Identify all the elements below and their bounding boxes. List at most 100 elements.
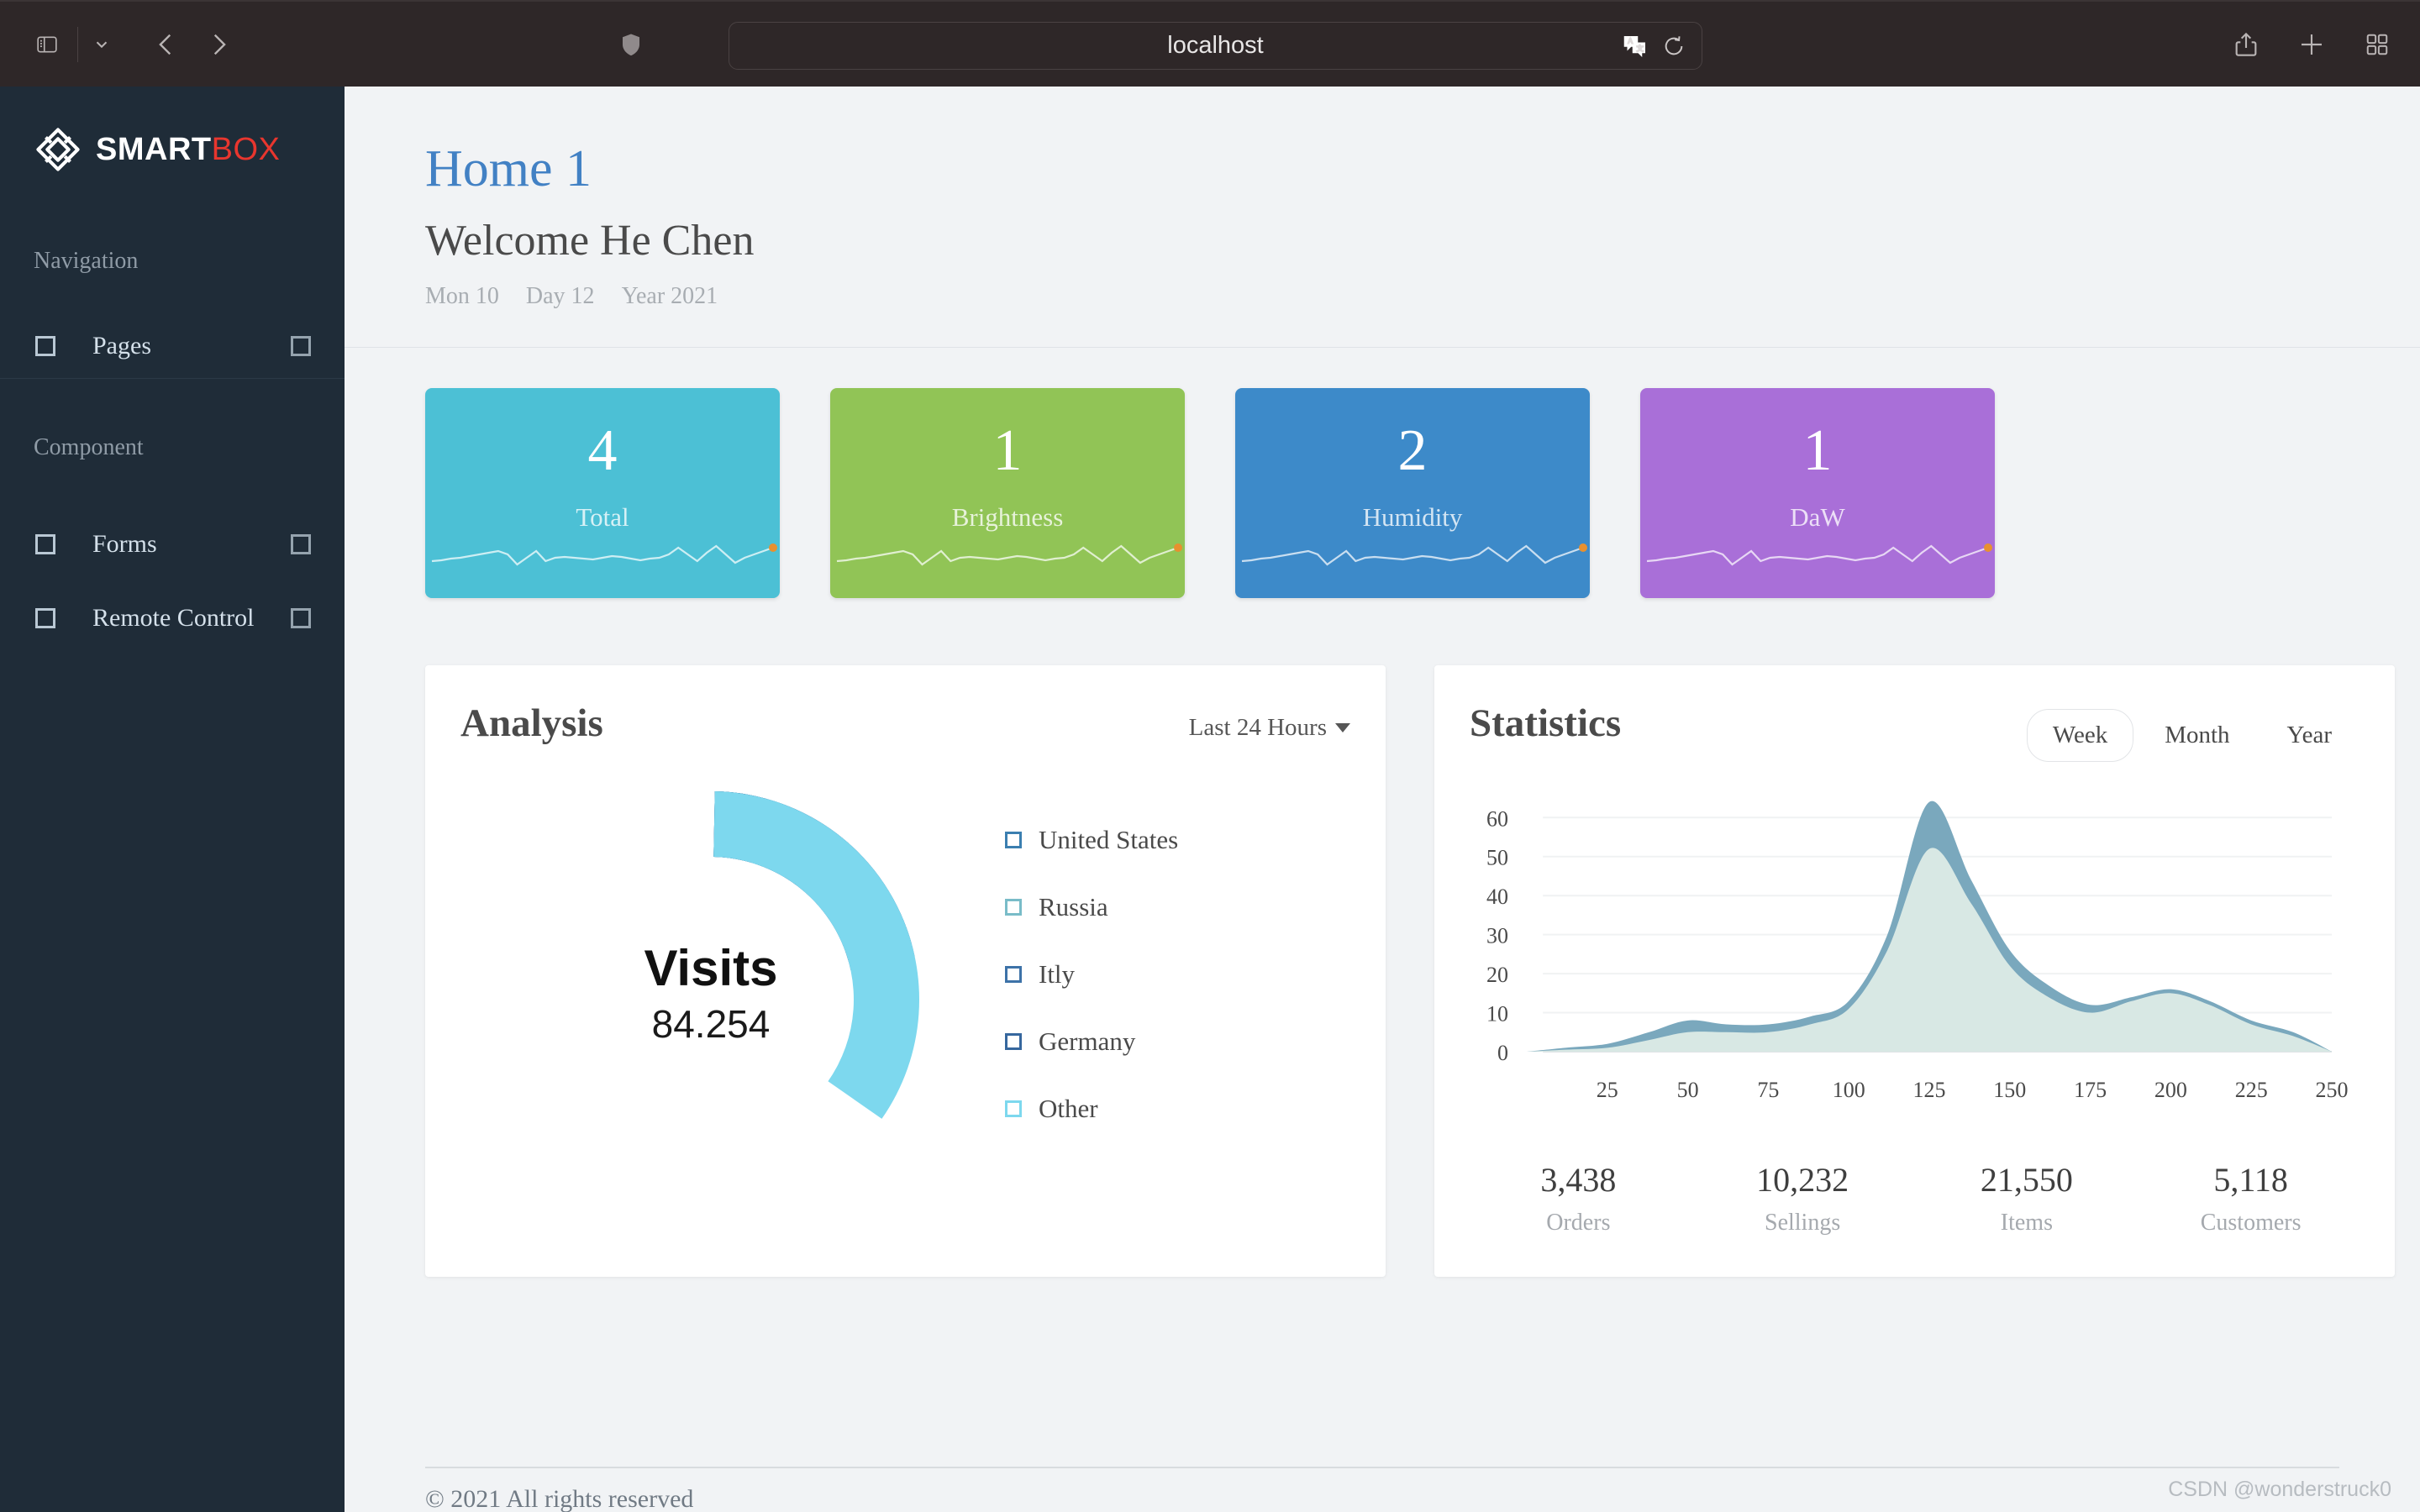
sidebar-item-label: Forms (92, 530, 157, 558)
statistics-range-tab[interactable]: Week (2026, 708, 2134, 762)
legend-swatch-icon (1005, 1100, 1022, 1117)
statistics-summary: 3,438 Orders 10,232 Sellings 21,550 Items 5,11… (1466, 1160, 2363, 1236)
summary-value: 21,550 (1980, 1160, 2073, 1199)
statistics-panel: Statistics Week Month Year 0 10 20 30 40 50 60 25… (1434, 664, 2395, 1277)
y-tick-label: 30 (1486, 923, 1508, 948)
forward-arrow-icon[interactable] (192, 24, 245, 65)
x-tick-label: 50 (1677, 1078, 1699, 1102)
stat-card[interactable]: 2 Humidity (1235, 387, 1590, 598)
browser-nav-controls (0, 24, 648, 65)
x-tick-label: 25 (1597, 1078, 1618, 1102)
analysis-range-dropdown[interactable]: Last 24 Hours (1189, 714, 1350, 742)
brand-text-smart: SMART (96, 131, 212, 167)
summary-label: Customers (2200, 1209, 2302, 1236)
y-tick-label: 20 (1486, 963, 1508, 987)
share-icon[interactable] (2232, 28, 2260, 61)
nav-section-navigation-label: Navigation (34, 248, 139, 274)
form-icon (35, 534, 55, 554)
sidebar-item-label: Pages (92, 331, 151, 360)
stat-card-value: 4 (587, 417, 618, 483)
sidebar-item-pages[interactable]: Pages (0, 313, 345, 379)
cube-logo-icon (34, 125, 82, 174)
browser-toolbar-actions (2232, 28, 2391, 61)
svg-text:文: 文 (1637, 44, 1644, 52)
stat-card-value: 2 (1397, 417, 1428, 483)
y-tick-label: 60 (1486, 806, 1508, 831)
x-tick-label: 225 (2235, 1078, 2268, 1102)
date-day: Day 12 (525, 282, 595, 309)
chrome-divider (77, 26, 78, 62)
statistics-range-tab[interactable]: Month (2139, 709, 2255, 762)
legend-item[interactable]: United States (1005, 825, 1178, 855)
sidebar-item-label: Remote Control (92, 604, 255, 632)
footer-copyright: © 2021 All rights reserved (425, 1485, 694, 1512)
stat-card-sparkline (836, 543, 1182, 566)
summary-value: 5,118 (2213, 1160, 2288, 1199)
summary-cell: 5,118 Customers (2139, 1160, 2363, 1236)
legend-label: Germany (1039, 1026, 1136, 1056)
legend-label: Russia (1039, 891, 1108, 921)
legend-swatch-icon (1005, 1032, 1022, 1050)
date-weekday: Mon 10 (425, 282, 499, 309)
brand-text: SMARTBOX (96, 132, 280, 168)
address-bar[interactable]: localhost A 文 (729, 22, 1702, 70)
legend-item[interactable]: Russia (1005, 892, 1178, 922)
stat-card-sparkline (1646, 543, 1992, 566)
chevron-down-icon[interactable] (83, 26, 120, 63)
x-tick-label: 125 (1913, 1078, 1946, 1102)
stat-card-value: 1 (1802, 417, 1833, 483)
analysis-panel: Analysis Last 24 Hours Visits 84.254 Uni… (425, 664, 1386, 1277)
browser-chrome: localhost A 文 (0, 0, 2420, 87)
translate-icon[interactable]: A 文 (1621, 32, 1649, 60)
statistics-range-tab[interactable]: Year (2261, 709, 2358, 762)
chevron-right-icon (291, 608, 311, 628)
date-line: Mon 10 Day 12 Year 2021 (425, 283, 2420, 310)
x-tick-label: 250 (2316, 1078, 2349, 1102)
back-arrow-icon[interactable] (140, 24, 192, 65)
chevron-right-icon (291, 534, 311, 554)
stat-card-sparkline (1241, 543, 1587, 566)
donut-legend: United States Russia Itly Germany Other (1005, 825, 1178, 1124)
analysis-title: Analysis (460, 701, 603, 745)
tab-grid-icon[interactable] (2363, 30, 2391, 59)
stat-card[interactable]: 1 Brightness (830, 387, 1185, 598)
stat-card[interactable]: 4 Total (425, 387, 780, 598)
legend-item[interactable]: Itly (1005, 959, 1178, 990)
address-bar-actions: A 文 (1621, 32, 1686, 60)
legend-swatch-icon (1005, 831, 1022, 848)
stat-card-label: DaW (1790, 501, 1845, 532)
legend-item[interactable]: Other (1005, 1094, 1178, 1124)
sidebar-item-remote-control[interactable]: Remote Control (0, 585, 345, 651)
stat-card-label: Humidity (1362, 501, 1463, 532)
summary-cell: 3,438 Orders (1466, 1160, 1691, 1236)
remote-icon (35, 608, 55, 628)
stat-card[interactable]: 1 DaW (1640, 387, 1995, 598)
legend-item[interactable]: Germany (1005, 1026, 1178, 1057)
y-tick-label: 0 (1497, 1041, 1508, 1065)
brand-text-box: BOX (211, 131, 281, 167)
legend-swatch-icon (1005, 965, 1022, 983)
reload-icon[interactable] (1661, 34, 1686, 59)
shield-icon[interactable] (614, 28, 648, 61)
address-bar-url: localhost (1167, 32, 1264, 59)
y-tick-label: 40 (1486, 885, 1508, 909)
area-lower-fill (1527, 848, 2332, 1052)
analysis-range-value: Last 24 Hours (1188, 713, 1327, 741)
stat-card-label: Brightness (951, 501, 1064, 532)
summary-value: 10,232 (1756, 1160, 1849, 1199)
sidebar-toggle-icon[interactable] (25, 26, 69, 63)
welcome-message: Welcome He Chen (425, 217, 755, 265)
stat-card-label: Total (576, 501, 629, 532)
summary-label: Sellings (1765, 1209, 1841, 1236)
summary-label: Items (2000, 1209, 2053, 1236)
main-content: Home 1 Welcome He Chen Mon 10 Day 12 Yea… (345, 87, 2420, 1512)
sidebar-item-forms[interactable]: Forms (0, 512, 345, 577)
date-year: Year 2021 (621, 282, 718, 309)
visits-donut-chart: Visits 84.254 (476, 764, 946, 1235)
page-icon (35, 335, 55, 356)
page-header: Home 1 Welcome He Chen Mon 10 Day 12 Yea… (345, 87, 2420, 348)
legend-label: United States (1039, 824, 1179, 854)
brand-logo[interactable]: SMARTBOX (0, 87, 345, 174)
plus-icon[interactable] (2297, 30, 2326, 59)
stat-card-value: 1 (992, 417, 1023, 483)
